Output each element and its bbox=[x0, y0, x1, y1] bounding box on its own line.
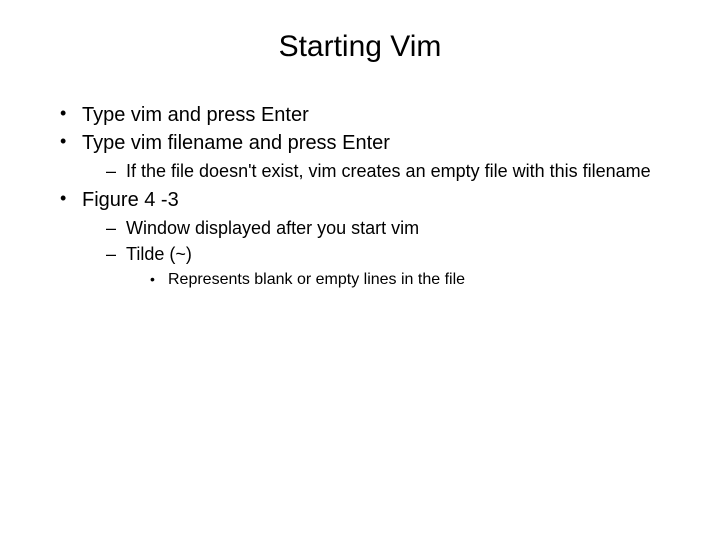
sub-bullet-text: Window displayed after you start vim bbox=[126, 218, 419, 238]
bullet-item: Type vim and press Enter bbox=[60, 102, 690, 128]
sub-bullet-text: Tilde (~) bbox=[126, 244, 192, 264]
bullet-text: Type vim and press Enter bbox=[82, 104, 309, 126]
main-bullet-list: Type vim and press Enter Type vim filena… bbox=[30, 102, 690, 291]
sub-bullet-list: If the file doesn't exist, vim creates a… bbox=[82, 160, 690, 183]
sub-sub-bullet-text: Represents blank or empty lines in the f… bbox=[168, 271, 465, 288]
sub-bullet-item: Window displayed after you start vim bbox=[106, 217, 690, 240]
sub-sub-bullet-list: Represents blank or empty lines in the f… bbox=[126, 270, 690, 291]
slide-title: Starting Vim bbox=[30, 30, 690, 64]
sub-bullet-item: If the file doesn't exist, vim creates a… bbox=[106, 160, 690, 183]
sub-bullet-item: Tilde (~) Represents blank or empty line… bbox=[106, 243, 690, 291]
bullet-item: Type vim filename and press Enter If the… bbox=[60, 130, 690, 183]
slide-container: Starting Vim Type vim and press Enter Ty… bbox=[0, 0, 720, 540]
sub-bullet-text: If the file doesn't exist, vim creates a… bbox=[126, 161, 651, 181]
sub-sub-bullet-item: Represents blank or empty lines in the f… bbox=[150, 270, 690, 291]
bullet-text: Type vim filename and press Enter bbox=[82, 132, 390, 154]
sub-bullet-list: Window displayed after you start vim Til… bbox=[82, 217, 690, 291]
bullet-item: Figure 4 -3 Window displayed after you s… bbox=[60, 187, 690, 291]
bullet-text: Figure 4 -3 bbox=[82, 189, 179, 211]
